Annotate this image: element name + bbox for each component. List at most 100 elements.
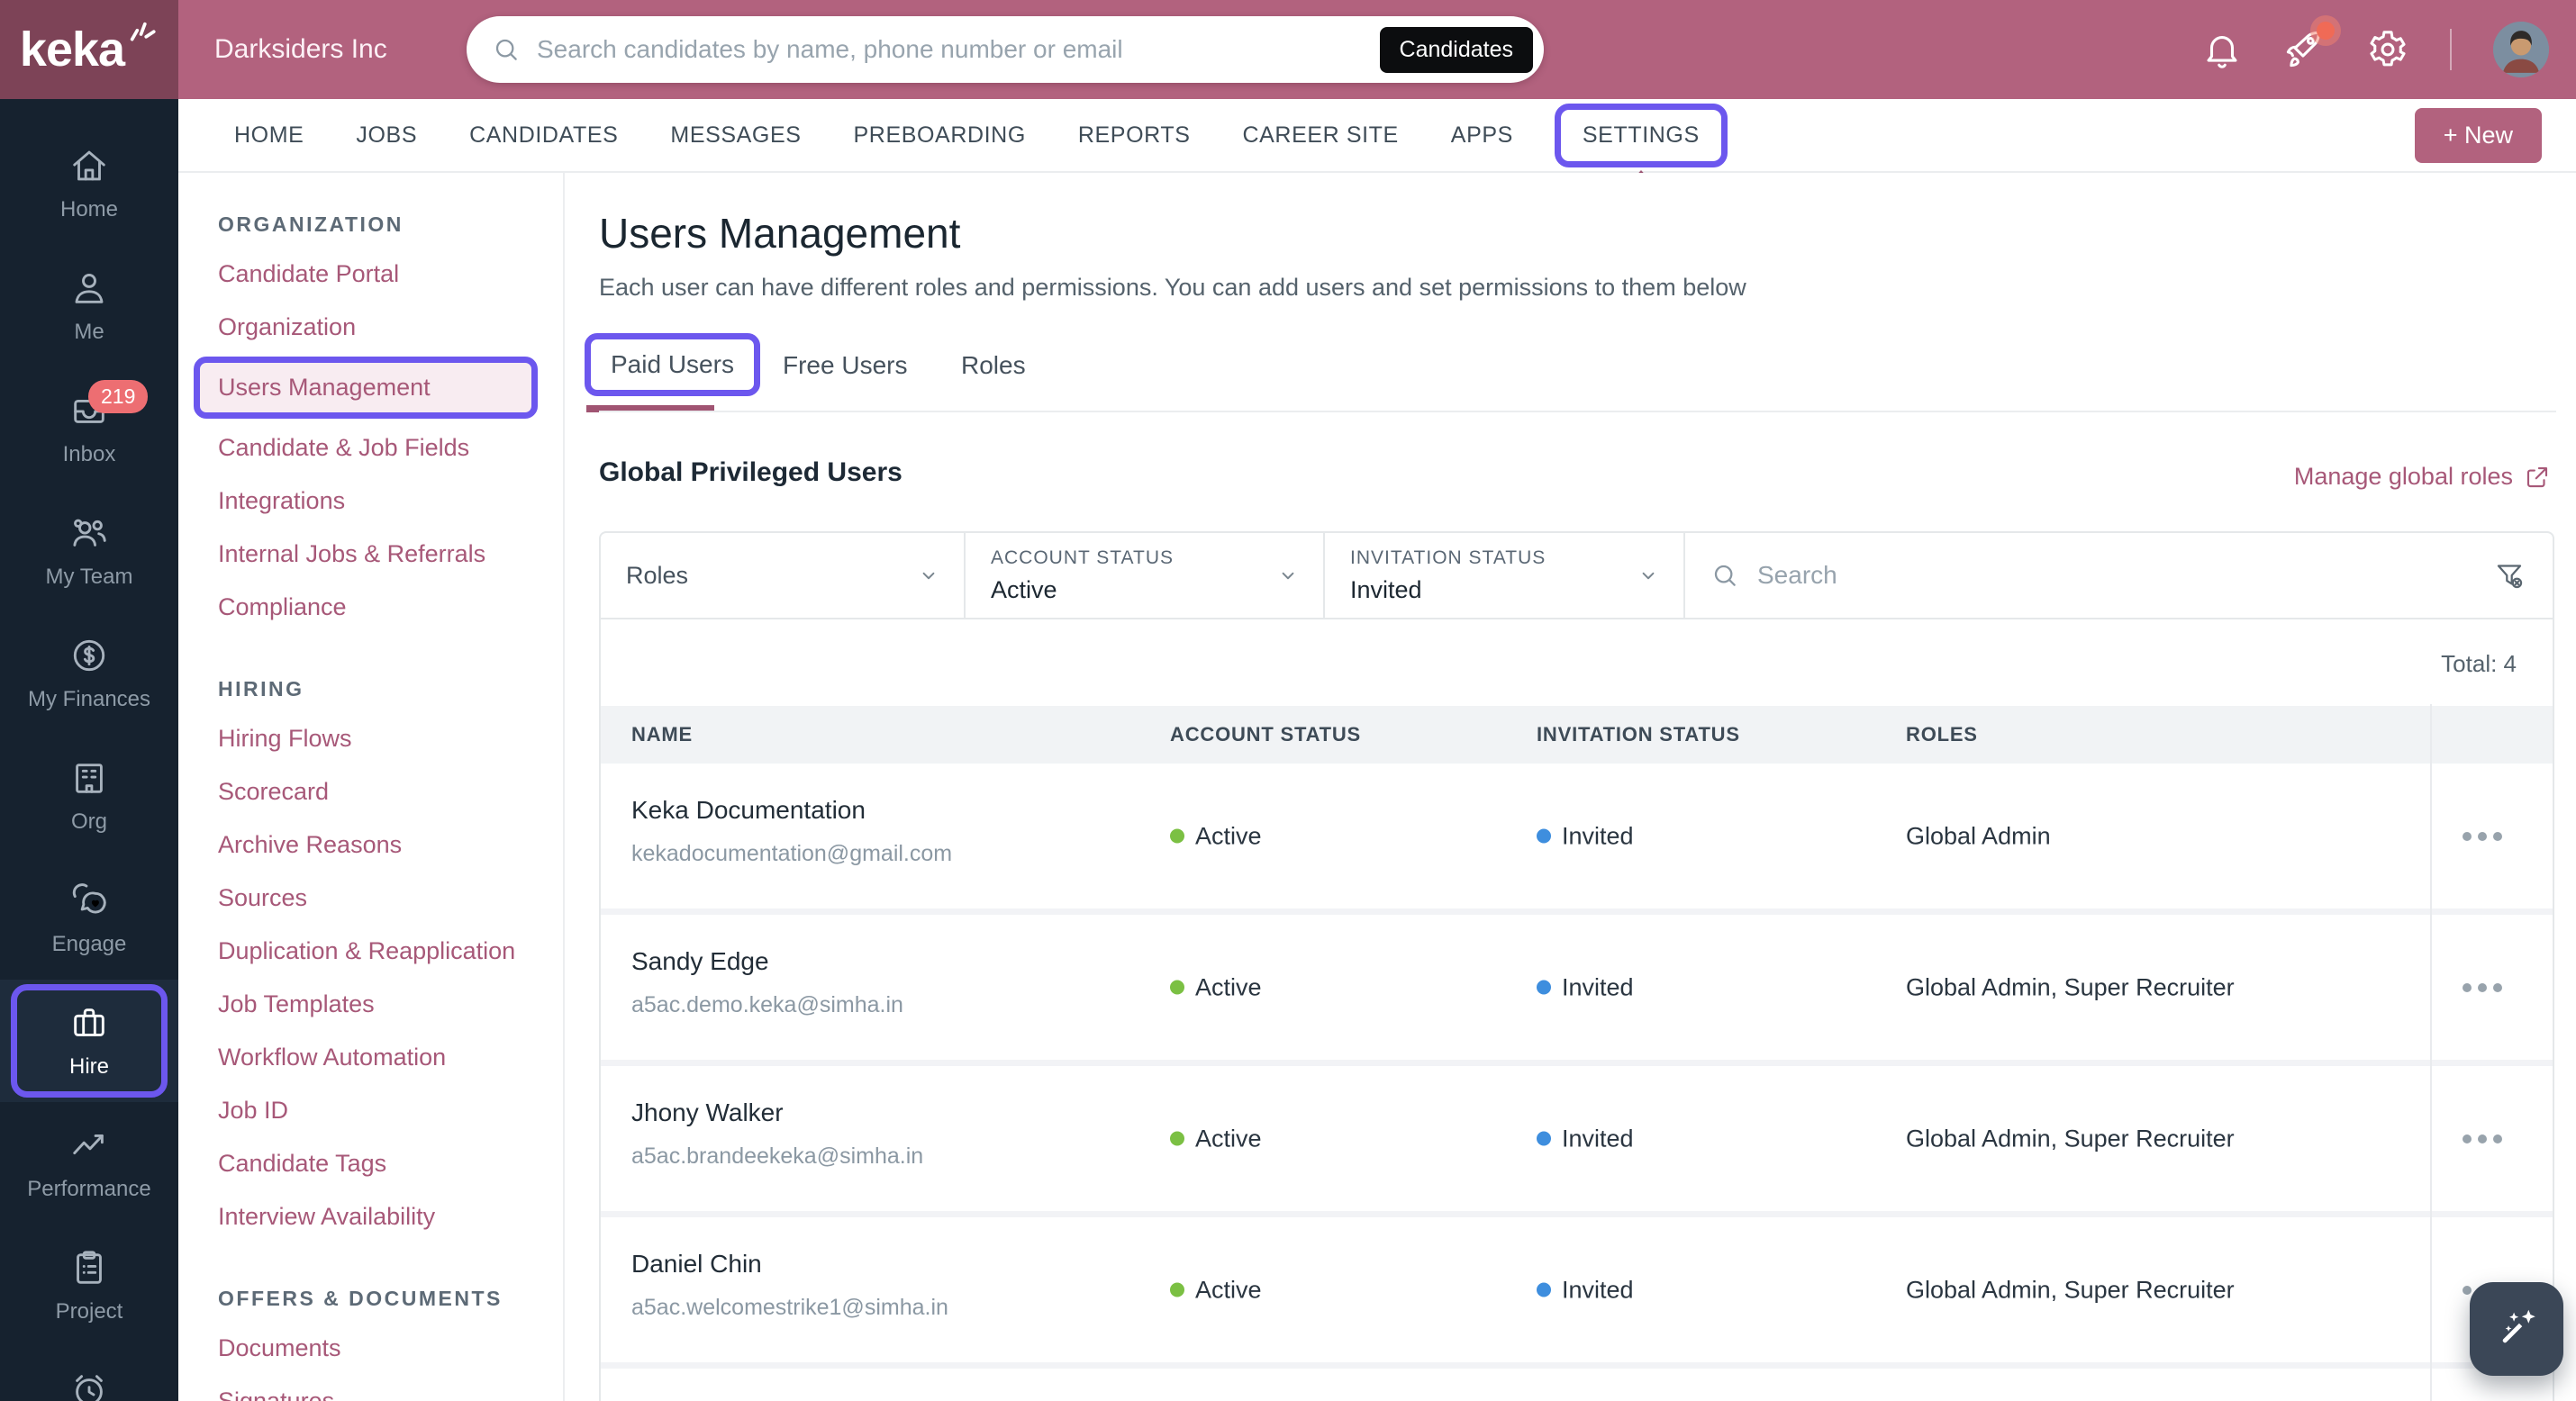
tab-jobs[interactable]: JOBS xyxy=(356,122,417,149)
invitation-status-filter-dropdown[interactable]: INVITATION STATUS Invited xyxy=(1325,533,1685,618)
tabs-divider xyxy=(599,411,2556,412)
settings-item-archive-reasons[interactable]: Archive Reasons xyxy=(218,818,551,872)
settings-item-candidate-job-fields[interactable]: Candidate & Job Fields xyxy=(218,421,551,475)
table-search-input[interactable] xyxy=(1755,560,2527,591)
settings-item-compliance[interactable]: Compliance xyxy=(218,581,551,634)
sidebar-item-my-team[interactable]: My Team xyxy=(0,490,178,612)
user-name: Jhony Walker xyxy=(631,1098,784,1126)
settings-item-interview-availability[interactable]: Interview Availability xyxy=(218,1190,551,1243)
clear-filters-funnel-icon[interactable] xyxy=(2493,559,2526,592)
tab-candidates[interactable]: CANDIDATES xyxy=(469,122,618,149)
page-title: Users Management xyxy=(599,210,961,257)
settings-item-candidate-portal[interactable]: Candidate Portal xyxy=(218,248,551,301)
active-status-dot xyxy=(1170,828,1184,844)
keka-logo[interactable]: keka xyxy=(0,0,178,99)
tab-home[interactable]: HOME xyxy=(234,122,304,149)
sidebar-item-time-attend[interactable]: Time Attend xyxy=(0,1347,178,1401)
section-title: OFFERS & DOCUMENTS xyxy=(218,1287,503,1310)
settings-item-scorecard[interactable]: Scorecard xyxy=(218,765,551,818)
roles-filter-dropdown[interactable]: Roles xyxy=(601,533,966,618)
tab-apps[interactable]: APPS xyxy=(1451,122,1513,149)
settings-item-integrations[interactable]: Integrations xyxy=(218,475,551,528)
tab-roles[interactable]: Roles xyxy=(961,351,1026,380)
account-status-cell: Active xyxy=(1170,1276,1262,1304)
row-actions-menu[interactable] xyxy=(2463,982,2502,992)
sidebar-item-project[interactable]: Project xyxy=(0,1225,178,1347)
tab-preboarding[interactable]: PREBOARDING xyxy=(854,122,1026,149)
account-status-filter-label: ACCOUNT STATUS xyxy=(991,547,1175,568)
sidebar-item-label: Inbox xyxy=(62,442,116,466)
table-row: Daniel Chin a5ac.welcomestrike1@simha.in… xyxy=(601,1217,2553,1369)
inbox-count-badge: 219 xyxy=(88,380,149,413)
invited-status-dot xyxy=(1537,1131,1551,1146)
settings-item-users-management[interactable]: Users Management xyxy=(194,357,538,419)
avatar-photo xyxy=(2493,22,2549,77)
sidebar-item-home[interactable]: Home xyxy=(0,122,178,245)
table-search[interactable] xyxy=(1685,533,2553,618)
settings-item-signatures[interactable]: Signatures xyxy=(218,1375,551,1401)
settings-item-documents[interactable]: Documents xyxy=(218,1322,551,1375)
settings-section-offers-documents: OFFERS & DOCUMENTS Documents Signatures xyxy=(218,1287,563,1401)
magic-wand-icon xyxy=(2502,1309,2535,1343)
settings-item-organization[interactable]: Organization xyxy=(218,301,551,354)
invitation-status-cell: Invited xyxy=(1537,822,1634,850)
user-roles: Global Admin xyxy=(1906,822,2051,849)
sidebar-item-org[interactable]: Org xyxy=(0,735,178,857)
search-icon xyxy=(1714,565,1736,586)
chevron-down-icon xyxy=(922,572,935,580)
user-name: Daniel Chin xyxy=(631,1250,762,1278)
section-title: HIRING xyxy=(218,677,304,700)
team-icon xyxy=(73,519,106,547)
page-subtitle: Each user can have different roles and p… xyxy=(599,274,1746,301)
sidebar-item-label: My Team xyxy=(45,565,133,589)
settings-item-candidate-tags[interactable]: Candidate Tags xyxy=(218,1137,551,1190)
new-button[interactable]: + New xyxy=(2414,107,2542,163)
sidebar-item-performance[interactable]: Performance xyxy=(0,1102,178,1225)
invitation-status-filter-label: INVITATION STATUS xyxy=(1350,547,1547,568)
tab-messages[interactable]: MESSAGES xyxy=(670,122,801,149)
sidebar-item-label: Home xyxy=(59,197,119,221)
settings-item-workflow-automation[interactable]: Workflow Automation xyxy=(218,1031,551,1084)
users-table-panel: Roles ACCOUNT STATUS Active INVITATION S… xyxy=(599,531,2554,1401)
main-content: Users Management Each user can have diff… xyxy=(567,173,2576,1401)
user-avatar[interactable] xyxy=(2493,22,2549,77)
settings-item-job-id[interactable]: Job ID xyxy=(218,1084,551,1137)
magic-wand-button[interactable] xyxy=(2470,1282,2563,1376)
row-actions-menu[interactable] xyxy=(2463,831,2502,841)
global-search-input[interactable] xyxy=(535,34,1380,65)
external-link-icon xyxy=(2526,466,2548,487)
settings-item-hiring-flows[interactable]: Hiring Flows xyxy=(218,712,551,765)
settings-item-duplication-reapplication[interactable]: Duplication & Reapplication xyxy=(218,925,551,978)
settings-gear-icon[interactable] xyxy=(2367,29,2408,70)
tab-reports[interactable]: REPORTS xyxy=(1078,122,1191,149)
notifications-bell-icon[interactable] xyxy=(2201,29,2243,70)
account-status-filter-dropdown[interactable]: ACCOUNT STATUS Active xyxy=(966,533,1325,618)
manage-global-roles-link[interactable]: Manage global roles xyxy=(2294,463,2551,491)
global-search[interactable]: Candidates xyxy=(467,16,1544,83)
active-status-dot xyxy=(1170,1282,1184,1297)
user-roles: Global Admin, Super Recruiter xyxy=(1906,1125,2235,1152)
whats-new-rocket[interactable] xyxy=(2284,22,2335,70)
search-scope-badge[interactable]: Candidates xyxy=(1379,26,1533,73)
tab-settings[interactable]: SETTINGS xyxy=(1554,103,1728,167)
rocket-notification-dot xyxy=(2317,22,2335,40)
sidebar-item-my-finances[interactable]: My Finances xyxy=(0,612,178,735)
sidebar-item-me[interactable]: Me xyxy=(0,245,178,367)
sidebar-item-hire[interactable]: Hire xyxy=(0,980,178,1102)
chevron-down-icon xyxy=(1642,572,1655,580)
topbar: keka Darksiders Inc Candidates xyxy=(0,0,2576,99)
user-name: Keka Documentation xyxy=(631,796,866,824)
tab-free-users[interactable]: Free Users xyxy=(783,351,907,380)
sidebar-item-label: Performance xyxy=(27,1177,151,1201)
settings-item-sources[interactable]: Sources xyxy=(218,872,551,925)
tab-career-site[interactable]: CAREER SITE xyxy=(1242,122,1398,149)
settings-item-job-templates[interactable]: Job Templates xyxy=(218,978,551,1031)
sidebar-item-inbox[interactable]: Inbox 219 xyxy=(0,367,178,490)
settings-section-organization: ORGANIZATION Candidate Portal Organizati… xyxy=(194,212,563,634)
row-actions-menu[interactable] xyxy=(2463,1134,2502,1143)
sidebar-item-engage[interactable]: Engage xyxy=(0,857,178,980)
invitation-status-filter-value: Invited xyxy=(1350,575,1422,603)
tab-paid-users[interactable]: Paid Users xyxy=(585,333,760,396)
settings-item-internal-jobs-referrals[interactable]: Internal Jobs & Referrals xyxy=(218,528,551,581)
sidebar-item-label: Hire xyxy=(68,1054,109,1079)
